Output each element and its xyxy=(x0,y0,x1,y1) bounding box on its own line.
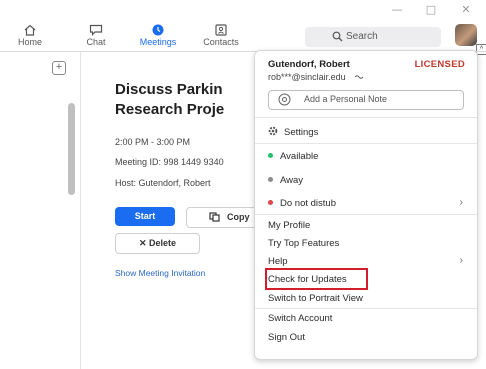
nav-contacts[interactable]: Contacts xyxy=(195,22,247,47)
gear-icon xyxy=(268,126,278,136)
license-badge: LICENSED xyxy=(414,59,465,70)
nav-meetings-label: Meetings xyxy=(139,37,177,47)
status-dnd-label: Do not distub xyxy=(280,198,336,209)
chat-icon xyxy=(89,24,103,36)
status-available[interactable]: Available xyxy=(268,151,318,162)
delete-x-icon: ✕ xyxy=(138,238,147,248)
clock-icon xyxy=(152,24,164,36)
panel-divider xyxy=(80,52,81,369)
menu-item-settings[interactable]: Settings xyxy=(268,126,318,138)
meeting-title-line-1: Discuss Parkin xyxy=(115,81,223,98)
maximize-button[interactable]: □ xyxy=(420,2,442,18)
profile-email: rob***@sinclair.edu xyxy=(268,72,364,82)
scrollbar[interactable] xyxy=(68,103,75,195)
search-label: Search xyxy=(346,31,378,42)
separator xyxy=(255,143,477,144)
menu-item-sign-out[interactable]: Sign Out xyxy=(268,332,305,343)
edit-email-icon xyxy=(354,75,364,79)
home-icon xyxy=(24,24,36,36)
profile-menu: Gutendorf, Robert LICENSED rob***@sincla… xyxy=(254,50,478,360)
nav-meetings[interactable]: Meetings xyxy=(132,22,184,47)
nav-chat-label: Chat xyxy=(86,37,106,47)
status-dot-gray xyxy=(268,177,273,182)
settings-label: Settings xyxy=(284,127,319,138)
separator xyxy=(255,308,477,309)
separator xyxy=(255,214,477,215)
nav-chat[interactable]: Chat xyxy=(70,22,122,47)
chevron-right-icon: › xyxy=(459,197,463,208)
close-button[interactable]: ✕ xyxy=(455,2,477,18)
search-icon xyxy=(332,31,343,42)
nav-home-label: Home xyxy=(17,37,42,47)
menu-item-help[interactable]: Help xyxy=(268,256,288,267)
delete-button[interactable]: ✕ Delete xyxy=(115,233,200,254)
nav-home[interactable]: Home xyxy=(4,22,56,47)
status-away-label: Away xyxy=(280,175,304,186)
nav-contacts-label: Contacts xyxy=(203,37,239,47)
meeting-title-line-2: Research Proje xyxy=(115,101,225,118)
profile-name: Gutendorf, Robert xyxy=(268,59,350,70)
copy-label: Copy xyxy=(227,212,250,222)
note-placeholder: Add a Personal Note xyxy=(304,94,388,104)
status-do-not-disturb[interactable]: Do not distub xyxy=(268,198,336,209)
show-invitation-link[interactable]: Show Meeting Invitation xyxy=(115,268,205,278)
meeting-id: Meeting ID: 998 1449 9340 xyxy=(115,157,224,167)
avatar[interactable] xyxy=(455,24,477,46)
copy-invitation-button[interactable]: Copy xyxy=(186,207,258,228)
meeting-title: Discuss Parkin Research Proje xyxy=(115,80,255,120)
status-available-label: Available xyxy=(280,151,319,162)
add-meeting-button[interactable]: + xyxy=(52,61,66,75)
chevron-right-icon: › xyxy=(459,255,463,266)
search-box[interactable]: Search xyxy=(305,27,441,47)
note-icon xyxy=(278,93,291,106)
personal-note-field[interactable]: Add a Personal Note xyxy=(268,90,464,110)
meeting-host: Host: Gutendorf, Robert xyxy=(115,178,211,188)
highlight-box xyxy=(265,268,368,290)
menu-item-switch-account[interactable]: Switch Account xyxy=(268,313,332,324)
menu-item-switch-portrait[interactable]: Switch to Portrait View xyxy=(268,293,363,304)
minimize-button[interactable]: — xyxy=(386,2,408,18)
status-away[interactable]: Away xyxy=(268,175,303,186)
copy-icon xyxy=(209,212,220,222)
profile-email-text: rob***@sinclair.edu xyxy=(268,72,346,82)
menu-item-my-profile[interactable]: My Profile xyxy=(268,220,310,231)
delete-label: Delete xyxy=(149,238,177,248)
contacts-icon xyxy=(215,24,227,36)
status-dot-red xyxy=(268,200,273,205)
menu-item-try-top-features[interactable]: Try Top Features xyxy=(268,238,339,249)
separator xyxy=(255,117,477,118)
status-dot-green xyxy=(268,153,273,158)
start-button[interactable]: Start xyxy=(115,207,175,226)
meeting-time: 2:00 PM - 3:00 PM xyxy=(115,137,191,147)
